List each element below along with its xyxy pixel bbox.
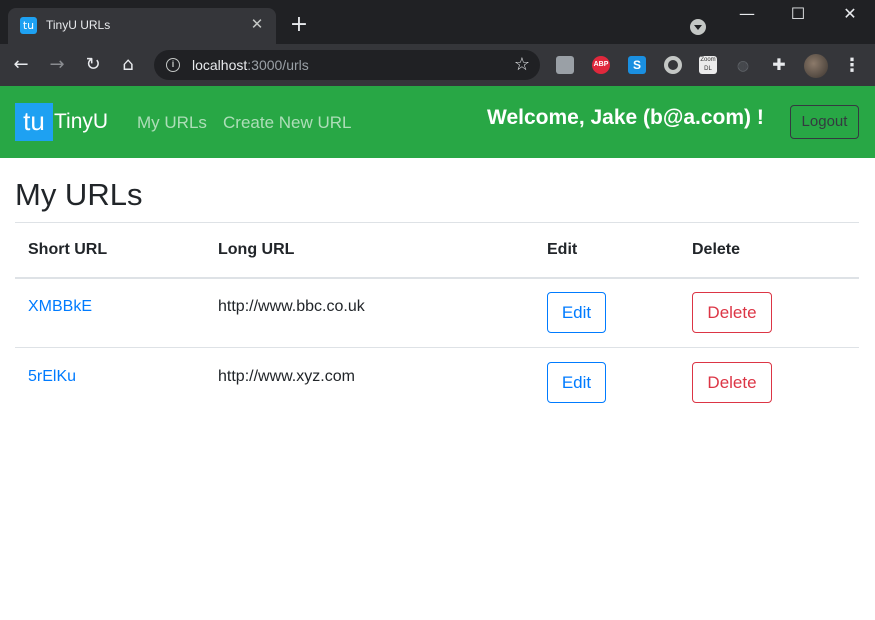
page-title: My URLs [15,177,143,212]
tab-favicon-icon: tu [20,17,37,34]
maximize-icon[interactable]: ☐ [788,4,808,24]
url-path: :3000/urls [247,57,309,73]
address-bar[interactable]: i localhost:3000/urls ☆ [154,50,540,80]
table-header-row: Short URL Long URL Edit Delete [15,222,859,279]
brand-name[interactable]: TinyU [54,110,108,134]
brand-logo[interactable]: tu [15,103,53,141]
logout-button[interactable]: Logout [790,105,859,139]
address-url[interactable]: localhost:3000/urls [192,57,309,73]
zoom-dl-label-bottom: DL [704,66,712,72]
header-long-url: Long URL [205,222,534,279]
long-url-text: http://www.bbc.co.uk [218,297,365,315]
delete-cell: Delete [679,348,859,418]
edit-button[interactable]: Edit [547,362,606,404]
welcome-message: Welcome, Jake (b@a.com) ! [487,106,764,129]
close-window-icon[interactable]: ✕ [840,4,860,24]
browser-toolbar: ← → ↻ ⌂ i localhost:3000/urls ☆ ABP S Zo… [0,44,875,86]
browser-menu-icon[interactable]: ⋮ [843,54,861,76]
short-url-link[interactable]: XMBBkE [28,298,92,315]
tab-title: TinyU URLs [46,18,111,32]
profile-extension-icon[interactable] [556,56,574,74]
leaf-extension-icon[interactable]: ◍ [734,56,752,74]
header-delete: Delete [679,222,859,279]
zoom-dl-icon[interactable]: Zoom DL [699,56,717,74]
short-url-link[interactable]: 5rElKu [28,368,76,385]
bookmark-star-icon[interactable]: ☆ [514,54,530,75]
forward-icon[interactable]: → [46,54,68,76]
edit-cell: Edit [534,277,679,348]
s-extension-icon[interactable]: S [628,56,646,74]
delete-cell: Delete [679,277,859,348]
browser-titlebar: tu TinyU URLs ✕ + — ☐ ✕ [0,0,875,44]
header-edit: Edit [534,222,679,279]
puzzle-icon[interactable]: ✚ [770,56,788,74]
long-url-cell: http://www.xyz.com [205,348,534,418]
reload-icon[interactable]: ↻ [82,54,104,76]
delete-button[interactable]: Delete [692,362,772,404]
back-icon[interactable]: ← [10,54,32,76]
url-host: localhost [192,57,248,73]
abp-icon[interactable]: ABP [592,56,610,74]
new-tab-icon[interactable]: + [288,14,310,36]
long-url-text: http://www.xyz.com [218,367,355,385]
table-row: 5rElKu http://www.xyz.com Edit Delete [15,348,859,418]
minimize-icon[interactable]: — [737,4,757,24]
header-short-url: Short URL [15,222,205,279]
short-url-cell: 5rElKu [15,348,205,418]
avatar[interactable] [804,54,828,78]
short-url-cell: XMBBkE [15,277,205,348]
urls-table: Short URL Long URL Edit Delete XMBBkE ht… [15,222,859,418]
edit-button[interactable]: Edit [547,292,606,334]
site-navbar: tu TinyU My URLs Create New URL Welcome,… [0,86,875,158]
browser-tab[interactable]: tu TinyU URLs ✕ [8,8,276,44]
zoom-dl-label-top: Zoom [700,57,716,63]
site-info-icon[interactable]: i [166,58,180,72]
delete-button[interactable]: Delete [692,292,772,334]
table-row: XMBBkE http://www.bbc.co.uk Edit Delete [15,277,859,348]
circle-extension-icon[interactable] [664,56,682,74]
nav-link-my-urls[interactable]: My URLs [137,113,207,133]
home-icon[interactable]: ⌂ [117,54,139,76]
edit-cell: Edit [534,348,679,418]
nav-link-create-new-url[interactable]: Create New URL [223,113,352,133]
long-url-cell: http://www.bbc.co.uk [205,277,534,348]
tab-search-icon[interactable] [690,19,706,35]
tab-close-icon[interactable]: ✕ [248,16,266,34]
